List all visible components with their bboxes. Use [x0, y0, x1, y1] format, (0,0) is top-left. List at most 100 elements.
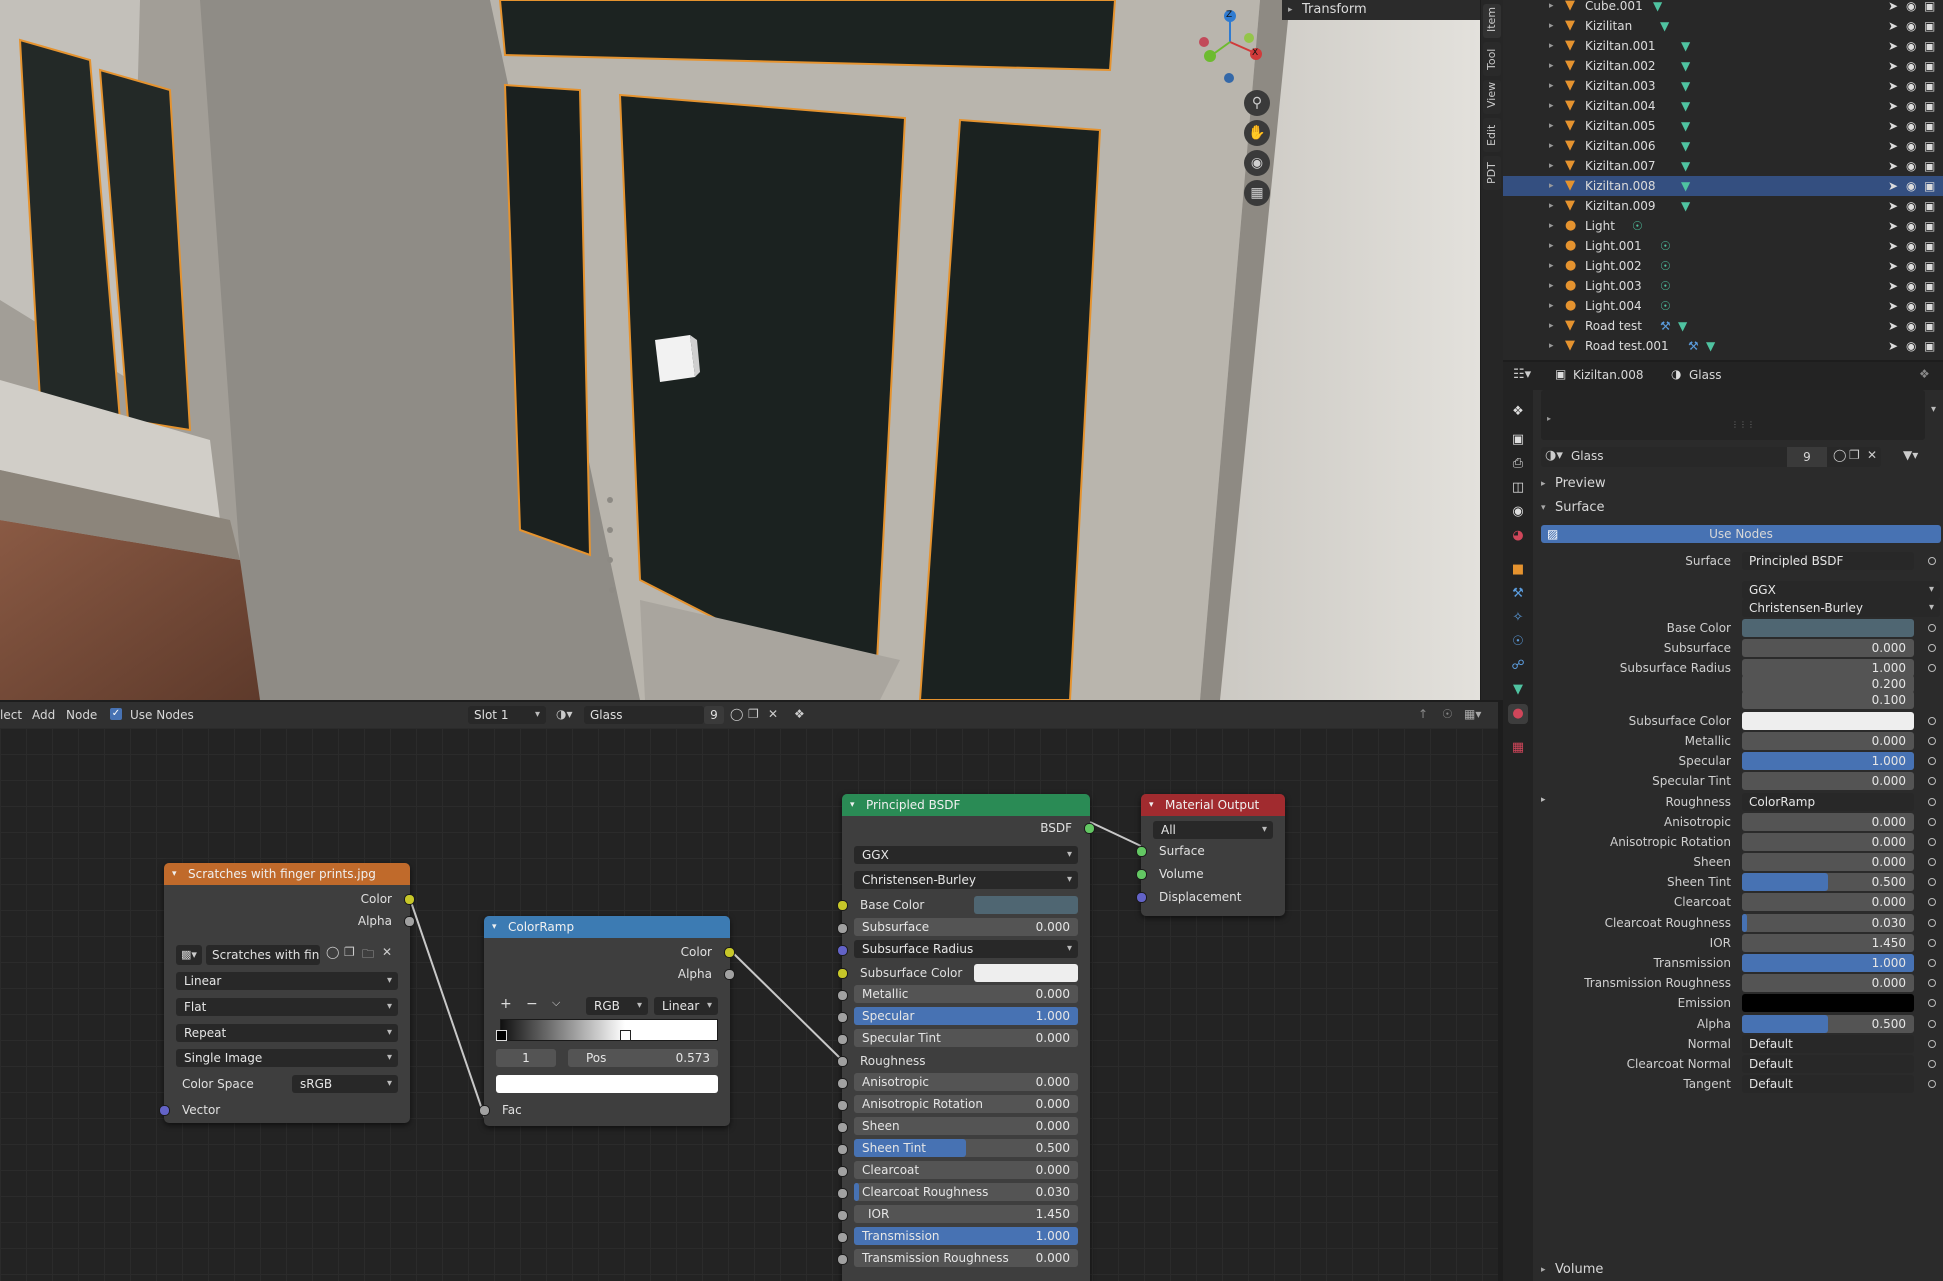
outliner-row[interactable]: ▸ ▼ Kiziltan.002 ▼ ➤ ◉ ▣ [1503, 56, 1943, 76]
bsdf-output-socket[interactable] [1084, 823, 1095, 834]
distribution-dropdown[interactable]: GGX ▾ [854, 846, 1078, 864]
link-socket-icon[interactable] [1928, 664, 1936, 672]
image-alpha-socket[interactable] [404, 916, 415, 927]
subsurface-field[interactable]: Subsurface 0.000 [854, 918, 1078, 936]
expand-triangle-icon[interactable]: ▸ [1549, 36, 1554, 56]
surface-input-socket[interactable] [1136, 846, 1147, 857]
value-field[interactable]: 0.100 [1742, 691, 1914, 709]
base-color-socket[interactable] [837, 900, 848, 911]
expand-triangle-icon[interactable]: ▸ [1549, 76, 1554, 96]
render-target-dropdown[interactable]: All ▾ [1153, 821, 1273, 839]
outliner-item-name[interactable]: Kiziltan.007 [1585, 156, 1656, 176]
link-socket-icon[interactable] [1928, 557, 1936, 565]
anisotropic-rotation-socket[interactable] [837, 1100, 848, 1111]
image-browse-icon[interactable]: ▩▾ [176, 945, 202, 965]
interpolation-dropdown[interactable]: Linear ▾ [654, 997, 718, 1015]
roughness-socket[interactable] [837, 1056, 848, 1067]
selectable-arrow-icon[interactable]: ➤ [1888, 116, 1898, 136]
remove-stop-icon[interactable]: − [526, 996, 538, 1012]
camera-icon[interactable]: ▣ [1924, 296, 1935, 316]
image-texture-node[interactable]: ▾ Scratches with finger prints.jpg Color… [159, 863, 415, 1123]
outliner-item-name[interactable]: Kiziltan.009 [1585, 196, 1656, 216]
eye-icon[interactable]: ◉ [1906, 316, 1916, 336]
value-field[interactable]: 0.000 [1742, 853, 1914, 871]
link-socket-icon[interactable] [1928, 1080, 1936, 1088]
clearcoat-roughness-field[interactable]: Clearcoat Roughness 0.030 [854, 1183, 1078, 1201]
outliner-row[interactable]: ▸ ● Light.004 ☉ ➤ ◉ ▣ [1503, 296, 1943, 316]
grid-icon[interactable]: ▦ [1244, 180, 1270, 206]
properties-editor[interactable]: ☷▾ ▣ Kiziltan.008 ◑ Glass ❖ ❖ ▣ ⎙ ◫ ◉ ◕ … [1503, 362, 1943, 1281]
camera-icon[interactable]: ▣ [1924, 96, 1935, 116]
value-field[interactable]: 0.000 [1742, 639, 1914, 657]
link-socket-icon[interactable] [1928, 999, 1936, 1007]
ramp-stop-handle[interactable] [496, 1030, 507, 1041]
link-socket-icon[interactable] [1928, 777, 1936, 785]
value-field[interactable]: 0.000 [1742, 893, 1914, 911]
sheen-socket[interactable] [837, 1122, 848, 1133]
link-socket-icon[interactable] [1928, 1040, 1936, 1048]
ramp-menu-chevron-icon[interactable]: ⌵ [552, 996, 560, 1010]
outliner-row[interactable]: ▸ ▼ Cube.001 ▼ ➤ ◉ ▣ [1503, 0, 1943, 16]
outliner-item-name[interactable]: Light [1585, 216, 1615, 236]
outliner-row[interactable]: ▸ ▼ Kiziltan.006 ▼ ➤ ◉ ▣ [1503, 136, 1943, 156]
link-socket-icon[interactable] [1928, 1020, 1936, 1028]
link-socket-icon[interactable] [1928, 858, 1936, 866]
camera-icon[interactable]: ▣ [1924, 316, 1935, 336]
specular-tint-socket[interactable] [837, 1034, 848, 1045]
render-tab-icon[interactable]: ▣ [1508, 430, 1528, 450]
stop-color-swatch[interactable] [496, 1075, 718, 1093]
colorramp-node-header[interactable]: ▾ ColorRamp [484, 916, 730, 938]
camera-icon[interactable]: ▣ [1924, 36, 1935, 56]
subsurface-color-socket[interactable] [837, 968, 848, 979]
expand-triangle-icon[interactable]: ▸ [1549, 156, 1554, 176]
camera-icon[interactable]: ▣ [1924, 156, 1935, 176]
value-field[interactable]: 0.000 [1742, 974, 1914, 992]
value-field[interactable]: 0.000 [1742, 813, 1914, 831]
bsdf-node-header[interactable]: ▾ Principled BSDF [842, 794, 1090, 816]
eye-icon[interactable]: ◉ [1906, 76, 1916, 96]
specular-tint-field[interactable]: Specular Tint 0.000 [854, 1029, 1078, 1047]
specular-field[interactable]: Specular 1.000 [854, 1007, 1078, 1025]
camera-icon[interactable]: ▣ [1924, 336, 1935, 356]
metallic-field[interactable]: Metallic 0.000 [854, 985, 1078, 1003]
outliner-item-name[interactable]: Light.004 [1585, 296, 1642, 316]
outliner-item-name[interactable]: Road test.001 [1585, 336, 1669, 356]
subsurface-radius-dropdown[interactable]: Subsurface Radius ▾ [854, 940, 1078, 958]
breadcrumb-material[interactable]: Glass [1689, 368, 1722, 382]
value-field[interactable]: 0.500 [1742, 873, 1914, 891]
anisotropic-field[interactable]: Anisotropic 0.000 [854, 1073, 1078, 1091]
tool-tab-icon[interactable]: ❖ [1508, 402, 1528, 422]
link-socket-icon[interactable] [1928, 898, 1936, 906]
camera-icon[interactable]: ▣ [1924, 16, 1935, 36]
link-socket-icon[interactable] [1928, 979, 1936, 987]
expand-triangle-icon[interactable]: ▸ [1549, 96, 1554, 116]
node-editor-canvas[interactable]: ▾ Scratches with finger prints.jpg Color… [0, 728, 1498, 1281]
camera-icon[interactable]: ▣ [1924, 56, 1935, 76]
expand-triangle-icon[interactable]: ▸ [1541, 795, 1546, 805]
interpolation-dropdown[interactable]: Linear ▾ [176, 972, 398, 990]
value-field[interactable]: 0.000 [1742, 732, 1914, 750]
volume-panel-header[interactable]: ▸ Volume [1535, 1259, 1943, 1281]
outliner-row[interactable]: ▸ ● Light.002 ☉ ➤ ◉ ▣ [1503, 256, 1943, 276]
eye-icon[interactable]: ◉ [1906, 116, 1916, 136]
color-swatch[interactable] [1742, 619, 1914, 637]
transmission-roughness-field[interactable]: Transmission Roughness 0.000 [854, 1249, 1078, 1267]
transmission-socket[interactable] [837, 1232, 848, 1243]
outliner-item-name[interactable]: Road test [1585, 316, 1642, 336]
material-output-node[interactable]: ▾ Material Output All ▾ Surface Volume Di… [1136, 794, 1285, 916]
view-layer-tab-icon[interactable]: ◫ [1508, 478, 1528, 498]
camera-icon[interactable]: ▣ [1924, 236, 1935, 256]
expand-triangle-icon[interactable]: ▸ [1549, 316, 1554, 336]
value-field[interactable]: 0.000 [1742, 833, 1914, 851]
expand-triangle-icon[interactable]: ▸ [1549, 336, 1554, 356]
base-color-swatch[interactable] [974, 896, 1078, 914]
object-tab-icon[interactable]: ■ [1508, 560, 1528, 580]
pin-icon[interactable]: ❖ [1919, 367, 1930, 381]
eye-icon[interactable]: ◉ [1906, 196, 1916, 216]
expand-triangle-icon[interactable]: ▸ [1549, 16, 1554, 36]
outliner-item-name[interactable]: Kiziltan.001 [1585, 36, 1656, 56]
linked-input-field[interactable]: Default [1742, 1075, 1914, 1093]
colorramp-color-socket[interactable] [724, 947, 735, 958]
zoom-icon[interactable]: ⚲ [1244, 90, 1270, 116]
selectable-arrow-icon[interactable]: ➤ [1888, 136, 1898, 156]
